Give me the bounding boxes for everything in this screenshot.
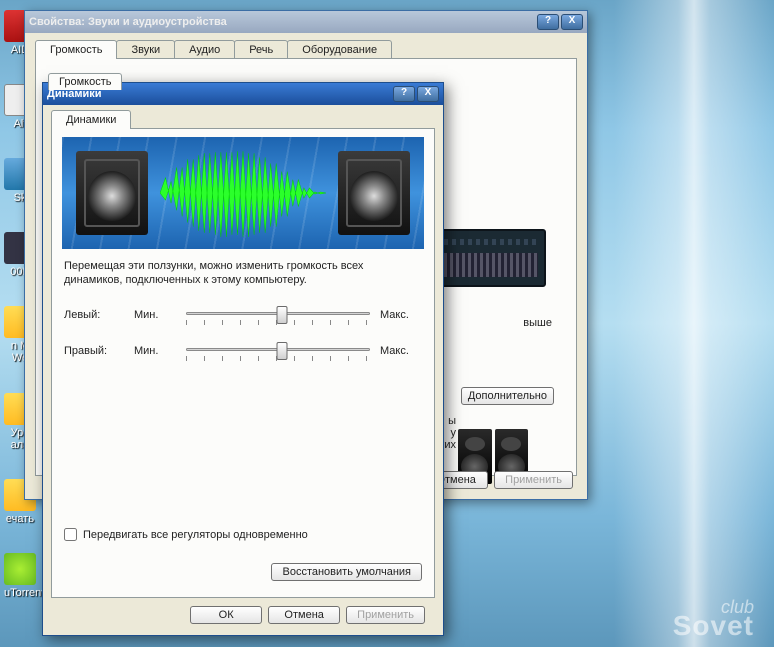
speakers-dialog: Динамики ? X Динамики <box>42 82 444 636</box>
cancel-button[interactable]: Отмена <box>268 606 340 624</box>
titlebar[interactable]: Свойства: Звуки и аудиоустройства ? X <box>25 11 587 33</box>
right-speaker-icon <box>338 151 410 235</box>
close-button[interactable]: X <box>417 86 439 102</box>
tabs: Громкость Звуки Аудио Речь Оборудование <box>35 40 577 59</box>
waveform-icon <box>160 147 326 239</box>
speakers-panel: Перемещая эти ползунки, можно изменить г… <box>51 128 435 598</box>
tab-sounds[interactable]: Звуки <box>116 40 175 59</box>
tab-speakers[interactable]: Динамики <box>51 110 131 129</box>
subtab-volume[interactable]: Громкость <box>48 73 122 90</box>
apply-button[interactable]: Применить <box>346 606 425 624</box>
left-label: Левый: <box>64 309 124 321</box>
tab-speech[interactable]: Речь <box>234 40 288 59</box>
desktop-icon[interactable]: uTorrent <box>4 553 36 599</box>
watermark: club Sovet <box>673 600 754 637</box>
tab-volume[interactable]: Громкость <box>35 40 117 59</box>
max-label: Макс. <box>380 345 422 357</box>
speakers-visual <box>62 137 424 249</box>
slider-thumb[interactable] <box>276 342 287 360</box>
slider-thumb[interactable] <box>276 306 287 324</box>
watermark-line2: Sovet <box>673 615 754 637</box>
description-text: Перемещая эти ползунки, можно изменить г… <box>64 259 422 288</box>
left-volume-slider[interactable] <box>186 302 370 328</box>
light-stripe <box>614 0 774 647</box>
ok-button[interactable]: ОК <box>190 606 262 624</box>
min-label: Мин. <box>134 309 176 321</box>
left-speaker-icon <box>76 151 148 235</box>
mixer-device-image <box>436 229 546 287</box>
window-title: Свойства: Звуки и аудиоустройства <box>29 16 227 28</box>
max-label: Макс. <box>380 309 422 321</box>
right-volume-slider[interactable] <box>186 338 370 364</box>
checkbox-label: Передвигать все регуляторы одновременно <box>83 529 308 541</box>
checkbox-input[interactable] <box>64 528 77 541</box>
advanced-button[interactable]: Дополнительно <box>461 387 554 405</box>
help-button[interactable]: ? <box>537 14 559 30</box>
min-label: Мин. <box>134 345 176 357</box>
partial-text: выше <box>523 317 552 329</box>
restore-defaults-button[interactable]: Восстановить умолчания <box>271 563 422 581</box>
apply-button[interactable]: Применить <box>494 471 573 489</box>
right-label: Правый: <box>64 345 124 357</box>
help-button[interactable]: ? <box>393 86 415 102</box>
tab-audio[interactable]: Аудио <box>174 40 235 59</box>
desktop-background: club Sovet AID Alt Sk 00P n M We Уро ала… <box>0 0 774 647</box>
tab-hardware[interactable]: Оборудование <box>287 40 392 59</box>
utorrent-icon <box>4 553 36 585</box>
move-all-checkbox[interactable]: Передвигать все регуляторы одновременно <box>64 528 308 541</box>
right-slider-row: Правый: Мин. Макс. <box>64 338 422 364</box>
left-slider-row: Левый: Мин. Макс. <box>64 302 422 328</box>
close-button[interactable]: X <box>561 14 583 30</box>
